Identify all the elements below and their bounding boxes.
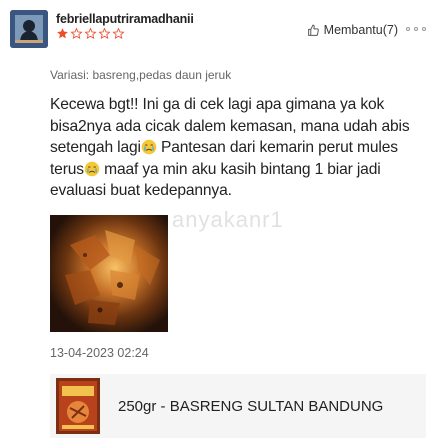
thumbs-up-icon [307,24,319,36]
star-filled-icon [57,28,68,39]
user-avatar[interactable] [10,10,48,48]
review-text: Kecewa bgt!! Ini ga di cek lagi apa gima… [50,94,426,202]
review-photo[interactable] [50,215,168,332]
helpful-button[interactable]: Membantu(7) [307,23,398,37]
product-thumbnail [56,378,100,434]
review-text-part: maaf ya min aku kasih bintang 1 biar jad… [50,160,381,200]
star-empty-icon [84,27,97,40]
product-name[interactable]: 250gr - BASRENG SULTAN BANDUNG [118,398,383,415]
photo-watermark: anyakanr1 [172,207,284,232]
product-variation: Variasi: basreng,pedas daun jeruk [50,68,232,82]
product-card[interactable]: 250gr - BASRENG SULTAN BANDUNG [50,374,426,438]
review-header: febriellaputriramadhanii Membantu(7) [10,8,426,48]
reviewer-username[interactable]: febriellaputriramadhanii [56,12,194,26]
review-timestamp: 13-04-2023 02:24 [50,346,149,360]
crying-face-emoji-icon [141,139,157,155]
star-empty-icon [70,27,83,40]
crying-face-emoji-icon [84,161,100,177]
star-rating [56,27,125,40]
helpful-count-label: Membantu(7) [323,23,398,37]
more-options-icon[interactable] [406,24,426,34]
star-empty-icon [98,27,111,40]
star-empty-icon [112,27,125,40]
